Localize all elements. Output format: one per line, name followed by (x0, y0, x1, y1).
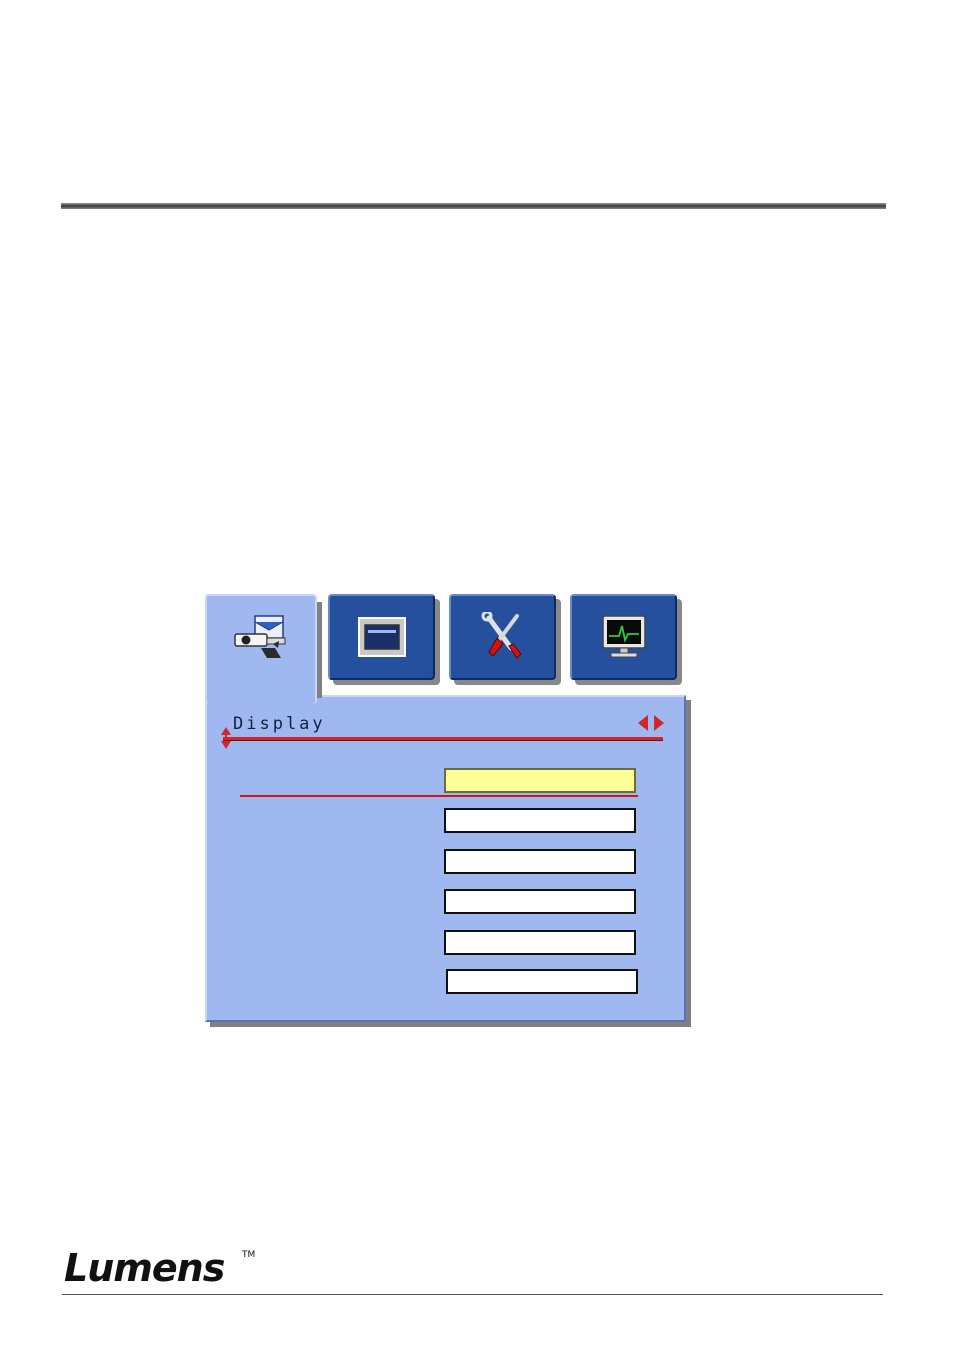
source-projector-icon (234, 615, 286, 658)
tab-source[interactable] (205, 594, 322, 704)
setting-field-3[interactable] (444, 849, 636, 874)
selected-row-indicator (240, 795, 638, 797)
setting-field-2[interactable] (444, 808, 636, 833)
tab-monitor[interactable] (570, 594, 677, 680)
setting-field-4[interactable] (444, 889, 636, 914)
image-display-icon (357, 617, 406, 657)
setting-field-6[interactable] (446, 969, 638, 994)
panel-title: Display (233, 714, 326, 734)
monitor-status-icon (601, 615, 646, 658)
osd-menu: Display (205, 590, 691, 1030)
top-divider (61, 203, 886, 209)
setting-field-5[interactable] (444, 930, 636, 955)
svg-text:Lumens: Lumens (64, 1246, 225, 1289)
lumens-logo: Lumens TM (64, 1246, 255, 1289)
tab-image[interactable] (328, 594, 435, 680)
title-underline (223, 737, 663, 740)
svg-text:TM: TM (241, 1250, 255, 1260)
tab-tools[interactable] (449, 594, 556, 680)
setting-field-1[interactable] (444, 768, 636, 793)
left-right-arrows-icon[interactable] (638, 715, 664, 731)
tools-icon (481, 612, 522, 659)
footer-divider (62, 1294, 883, 1295)
